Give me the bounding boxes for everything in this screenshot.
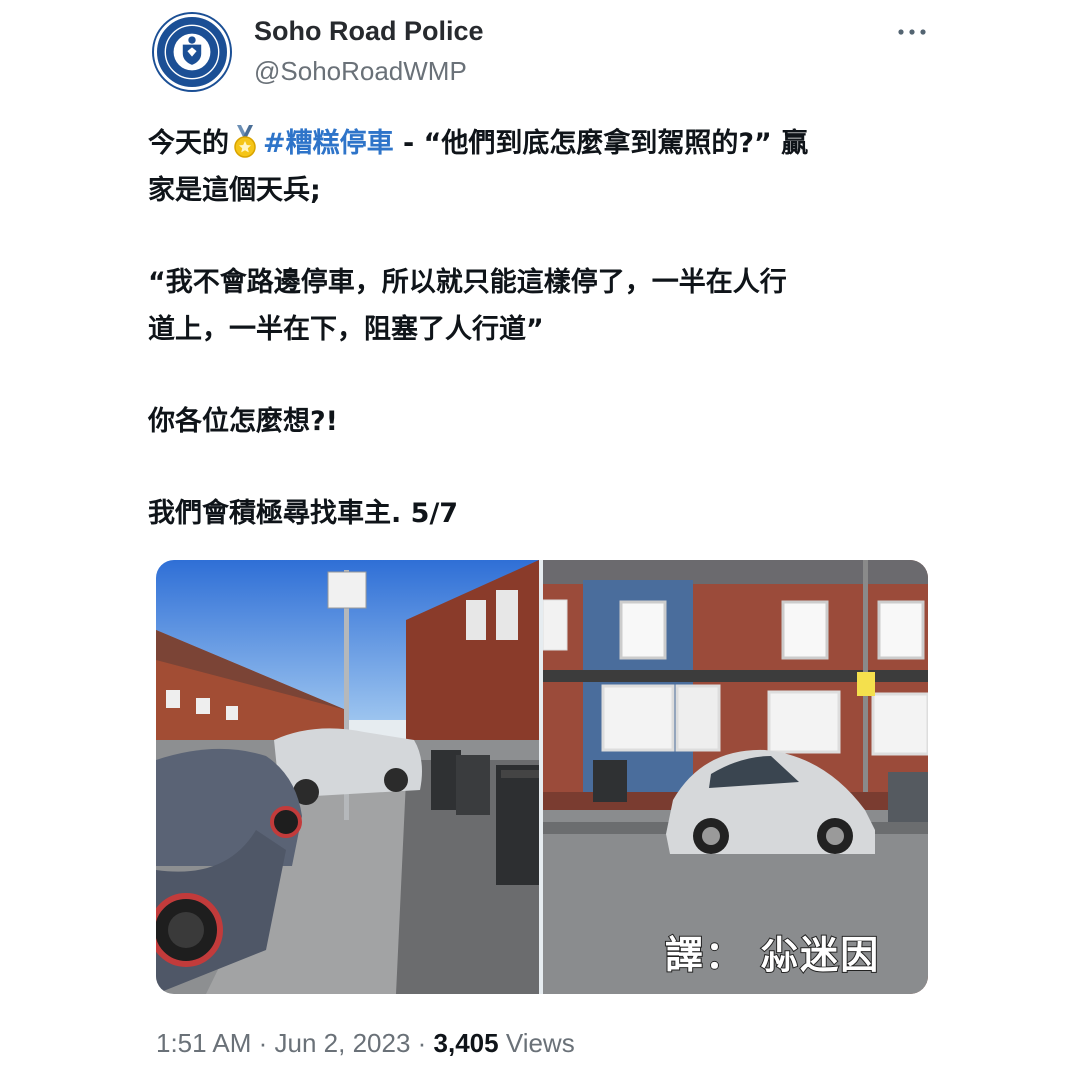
medal-icon (231, 125, 259, 159)
tweet-line: 我們會積極尋找車主. 5/7 (148, 498, 459, 529)
tweet-time[interactable]: 1:51 AM (156, 1028, 251, 1058)
tweet-line: 道上，一半在下，阻塞了人行道” (148, 314, 544, 345)
tweet-line: 你各位怎麼想?! (148, 406, 338, 437)
hashtag-link[interactable]: #糟糕停車 (263, 128, 394, 159)
meta-separator: · (410, 1028, 434, 1058)
tweet-line1-prefix: 今天的 (148, 128, 229, 159)
photo-street-sidewalk[interactable] (156, 560, 539, 994)
tweet-line: “我不會路邊停車，所以就只能這樣停了，一半在人行 (148, 267, 787, 298)
tweet-line: 今天的 #糟糕停車 - “他們到底怎麼拿到駕照的?” 贏 (148, 120, 938, 167)
meta-separator: · (251, 1028, 275, 1058)
author-handle[interactable]: @SohoRoadWMP (254, 56, 467, 87)
tweet-line1-suffix: - “他們到底怎麼拿到駕照的?” 贏 (393, 128, 809, 159)
tweet-date[interactable]: Jun 2, 2023 (275, 1028, 411, 1058)
author-name[interactable]: Soho Road Police (254, 16, 484, 47)
police-crest-icon (158, 18, 226, 86)
tweet-meta: 1:51 AM · Jun 2, 2023 · 3,405 Views (156, 1028, 575, 1059)
tweet-text: 今天的 #糟糕停車 - “他們到底怎麼拿到駕照的?” 贏 家是這個天兵; “我不會… (148, 120, 938, 537)
tweet-line: 家是這個天兵; (148, 175, 321, 206)
views-label: Views (498, 1028, 575, 1058)
avatar[interactable] (154, 14, 230, 90)
more-options-button[interactable] (890, 14, 934, 50)
translator-watermark: 譯： 尛迷因 (664, 932, 881, 978)
more-horizontal-icon (898, 29, 926, 35)
views-count[interactable]: 3,405 (434, 1028, 499, 1058)
